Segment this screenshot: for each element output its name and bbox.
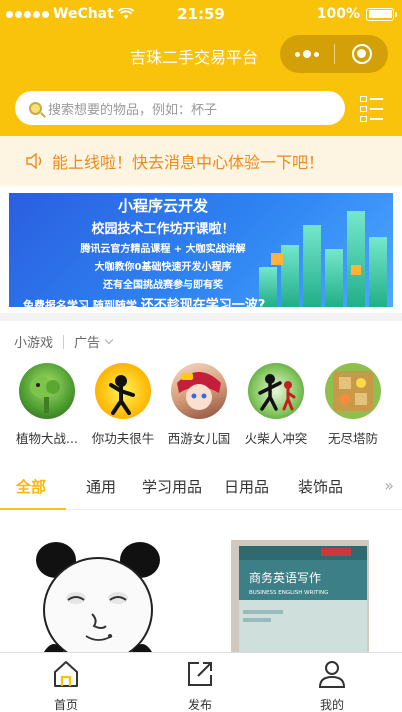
games-header: 小游戏 广告: [14, 332, 114, 351]
game-avatar-icon: [248, 363, 304, 419]
banner-bar-graphic: [303, 225, 321, 307]
game-name: 无尽塔防: [327, 431, 378, 446]
banner-line: 免费报名学习 随到随学 还不趁现在学习一波?: [23, 294, 303, 307]
chevron-down-icon[interactable]: [104, 335, 114, 344]
game-item[interactable]: 无尽塔防: [314, 363, 392, 447]
battery-icon: [366, 7, 397, 21]
navigation-bar: 吉珠二手交易平台: [0, 30, 402, 80]
target-icon: [351, 44, 372, 64]
banner-line: 小程序云开发: [117, 197, 208, 215]
tabbar-item-publish[interactable]: 发布: [160, 659, 240, 712]
games-list: 植物大战... 你功夫很牛 西游女儿国 火柴人冲突 无尽塔防: [0, 363, 402, 453]
battery-status: 100%: [316, 6, 397, 22]
bottom-tab-bar: 首页 发布 我的: [0, 652, 402, 712]
banner-cta-big: 还不趁现在学习一波?: [140, 298, 266, 307]
banner-line: 校园技术工作坊开课啦！: [91, 222, 235, 237]
game-name: 你功夫很牛: [91, 431, 155, 446]
status-bar: WeChat 21:59 100%: [0, 0, 402, 30]
speaker-icon: [26, 153, 42, 169]
banner-cta-small: 免费报名学习 随到随学: [23, 299, 137, 307]
page-title: 吉珠二手交易平台: [130, 48, 259, 67]
promo-banner[interactable]: 小程序云开发 校园技术工作坊开课啦！ 腾讯云官方精品课程 + 大咖实战讲解 大咖…: [9, 193, 393, 307]
banner-line: 大咖教你0基础快速开发小程序: [94, 262, 232, 273]
tab-general[interactable]: 通用: [86, 476, 116, 497]
tabbar-label: 我的: [319, 698, 344, 712]
banner-line: 还有全国挑战赛参与即有奖: [103, 280, 223, 291]
banner-text: 小程序云开发 校园技术工作坊开课啦！ 腾讯云官方精品课程 + 大咖实战讲解 大咖…: [23, 195, 303, 307]
tabbar-item-profile[interactable]: 我的: [292, 659, 372, 712]
banner-line: 腾讯云官方精品课程 + 大咖实战讲解: [80, 244, 246, 255]
close-miniprogram-button[interactable]: [335, 44, 388, 64]
section-divider: [0, 313, 402, 321]
game-name: 植物大战...: [16, 431, 78, 446]
profile-icon: [318, 661, 346, 688]
search-icon: [29, 101, 42, 115]
search-area: 搜索想要的物品，例如：杯子: [0, 80, 402, 136]
double-chevron-right-icon[interactable]: »: [384, 476, 394, 495]
game-name: 火柴人冲突: [244, 431, 308, 446]
tab-decorations[interactable]: 装饰品: [298, 476, 343, 497]
notice-text: 能上线啦！快去消息中心体验一下吧！: [52, 153, 325, 172]
tabbar-label: 首页: [53, 698, 78, 712]
battery-percent: 100%: [316, 6, 360, 22]
tabbar-label: 发布: [187, 698, 212, 712]
game-item[interactable]: 西游女儿国: [160, 363, 238, 447]
ad-label[interactable]: 广告: [74, 332, 100, 351]
more-options-button[interactable]: [280, 50, 334, 58]
tabbar-item-home[interactable]: 首页: [26, 659, 106, 712]
search-placeholder: 搜索想要的物品，例如：杯子: [48, 102, 218, 118]
goods-image-panda-meme[interactable]: [34, 540, 162, 652]
banner-bar-graphic: [369, 237, 387, 307]
game-avatar-icon: [171, 363, 227, 419]
game-item[interactable]: 你功夫很牛: [84, 363, 162, 447]
game-item[interactable]: 火柴人冲突: [237, 363, 315, 447]
miniprogram-capsule: [280, 35, 388, 73]
banner-cube-graphic: [351, 265, 361, 275]
game-avatar-icon: [95, 363, 151, 419]
home-icon: [54, 661, 78, 687]
book-title: 商务英语写作: [249, 570, 321, 585]
tab-all[interactable]: 全部: [16, 476, 46, 497]
publish-icon: [188, 662, 212, 686]
category-tabs: 全部 通用 学习用品 日用品 装饰品 »: [0, 466, 402, 510]
banner-bar-graphic: [347, 211, 365, 307]
game-avatar-icon: [19, 363, 75, 419]
goods-image-book[interactable]: 商务英语写作 BUSINESS ENGLISH WRITING: [231, 540, 369, 652]
tab-daily-necessities[interactable]: 日用品: [224, 476, 269, 497]
game-name: 西游女儿国: [167, 431, 231, 446]
banner-bar-graphic: [325, 249, 343, 307]
header-divider: [63, 334, 65, 349]
active-tab-underline: [0, 508, 66, 510]
category-list-button[interactable]: [360, 96, 384, 122]
game-avatar-icon: [325, 363, 381, 419]
games-title: 小游戏: [14, 336, 54, 351]
tab-study-supplies[interactable]: 学习用品: [142, 476, 202, 497]
game-item[interactable]: 植物大战...: [8, 363, 86, 447]
notice-bar[interactable]: 能上线啦！快去消息中心体验一下吧！: [0, 136, 402, 186]
search-input[interactable]: 搜索想要的物品，例如：杯子: [15, 91, 345, 125]
book-subtitle: BUSINESS ENGLISH WRITING: [249, 590, 328, 596]
